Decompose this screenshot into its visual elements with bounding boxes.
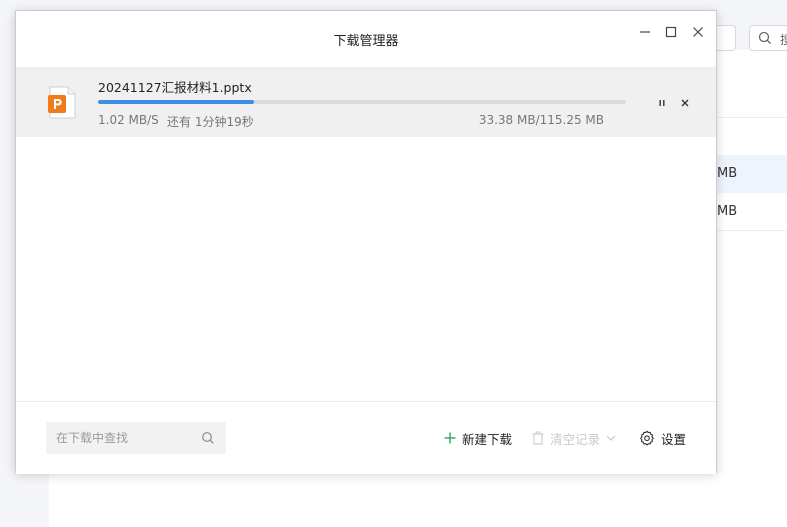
plus-icon — [444, 432, 456, 444]
new-download-button[interactable]: 新建下载 — [444, 428, 512, 448]
minimize-icon — [640, 31, 650, 33]
pause-icon — [659, 100, 665, 106]
settings-label: 设置 — [661, 431, 687, 447]
background-search-hint: 搜 — [780, 33, 787, 47]
chevron-down-icon — [606, 435, 616, 441]
gear-icon — [640, 430, 654, 446]
title-bar[interactable]: 下载管理器 — [16, 11, 716, 67]
download-manager-dialog: 下载管理器 20241127汇报材料1.pptx 1.02 MB/S 还有 1分… — [15, 10, 717, 474]
download-search-input[interactable] — [46, 422, 196, 454]
progress-bar — [98, 100, 626, 104]
download-item[interactable]: 20241127汇报材料1.pptx 1.02 MB/S 还有 1分钟19秒 3… — [16, 67, 716, 137]
pause-button[interactable] — [653, 94, 671, 112]
background-row-size: MB — [717, 166, 738, 181]
clear-records-label: 清空记录 — [550, 431, 601, 447]
close-button[interactable] — [687, 21, 709, 43]
dialog-title: 下载管理器 — [333, 34, 399, 49]
download-speed: 1.02 MB/S — [98, 113, 159, 127]
settings-button[interactable]: 设置 — [639, 428, 686, 448]
download-size: 33.38 MB/115.25 MB — [478, 113, 604, 127]
background-row-size: MB — [717, 204, 738, 219]
time-remaining: 还有 1分钟19秒 — [167, 115, 254, 129]
progress-fill — [98, 100, 254, 104]
new-download-label: 新建下载 — [462, 431, 513, 447]
search-icon[interactable] — [201, 431, 215, 445]
pptx-file-icon — [48, 86, 76, 119]
minimize-button[interactable] — [634, 21, 656, 43]
close-icon — [681, 99, 689, 107]
maximize-button[interactable] — [660, 21, 682, 43]
clear-records-button[interactable]: 清空记录 — [532, 428, 616, 448]
trash-icon — [532, 431, 544, 445]
footer: 新建下载 清空记录 设置 — [16, 401, 716, 474]
file-name: 20241127汇报材料1.pptx — [98, 80, 252, 95]
download-search[interactable] — [46, 422, 226, 454]
maximize-icon — [665, 26, 677, 38]
cancel-download-button[interactable] — [676, 94, 694, 112]
background-search[interactable]: 搜 — [749, 25, 787, 51]
close-icon — [693, 27, 703, 37]
search-icon — [758, 31, 771, 44]
